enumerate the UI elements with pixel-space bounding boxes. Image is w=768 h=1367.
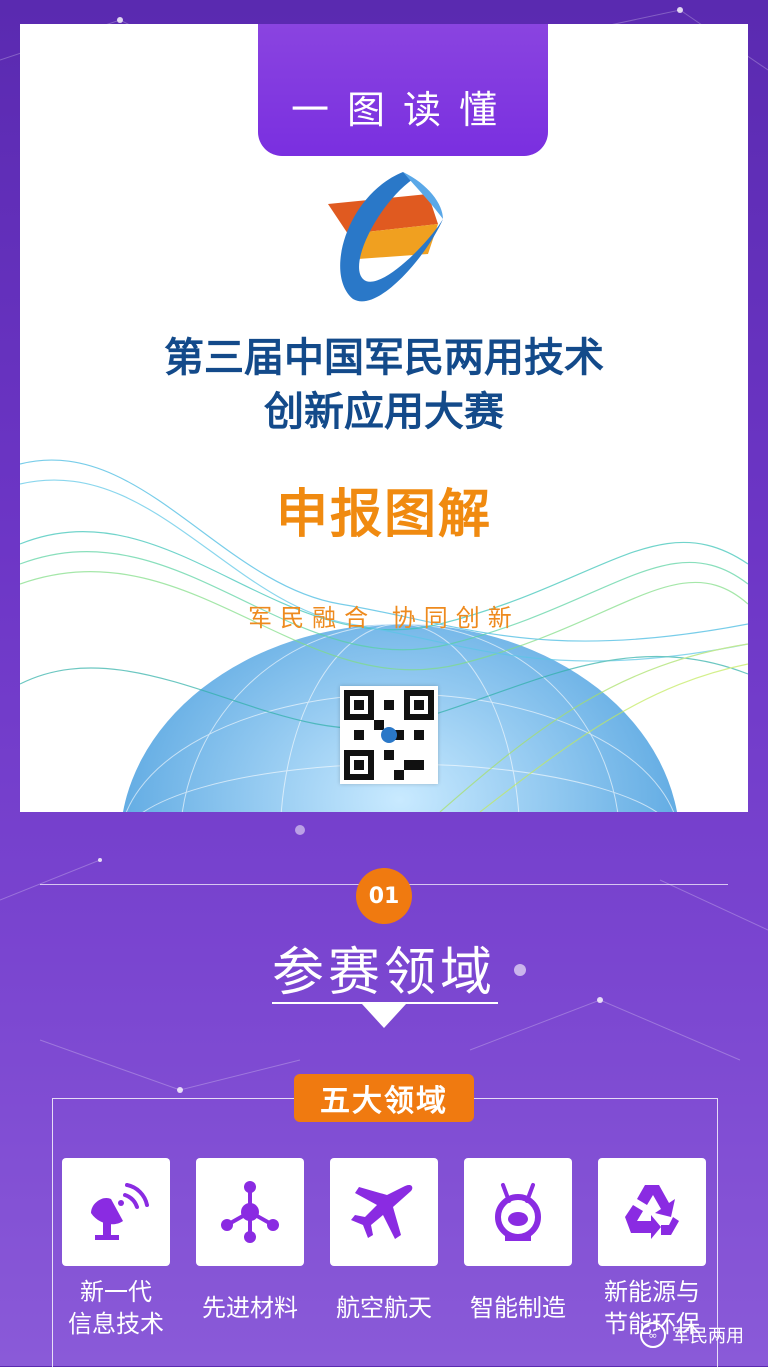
poster-subtitle: 申报图解 <box>275 485 492 545</box>
qr-code-icon <box>344 690 434 780</box>
field-label-manufacturing: 智能制造 <box>470 1294 566 1322</box>
section-title: 参赛领域 <box>271 943 496 1003</box>
field-label-it: 新一代 信息技术 <box>68 1278 164 1338</box>
satellite-dish-icon <box>91 1183 149 1240</box>
competition-logo-icon <box>328 172 443 302</box>
tab-title: 一图读懂 <box>290 88 515 132</box>
recycle-icon <box>625 1185 679 1239</box>
field-card-aerospace[interactable] <box>330 1158 438 1266</box>
field-card-manufacturing[interactable] <box>464 1158 572 1266</box>
field-label-materials: 先进材料 <box>202 1294 298 1322</box>
competition-poster: 一图读懂 第三届中国军民两用技术 创新应用大赛 申报图解 军民融合 协同创新 <box>20 24 748 812</box>
poster-slogan: 军民融合 协同创新 <box>248 604 520 632</box>
section-pointer-arrow <box>362 1004 406 1028</box>
wechat-icon: ∞ <box>640 1322 666 1348</box>
field-card-materials[interactable] <box>196 1158 304 1266</box>
airplane-icon <box>351 1185 413 1239</box>
watermark-text: 军民两用 <box>672 1326 744 1347</box>
header-tab: 一图读懂 <box>258 24 548 156</box>
source-watermark: ∞ 军民两用 <box>640 1322 744 1348</box>
poster-title-line1: 第三届中国军民两用技术 <box>164 335 604 381</box>
field-label-aerospace: 航空航天 <box>336 1294 432 1322</box>
field-card-it[interactable] <box>62 1158 170 1266</box>
qr-code[interactable] <box>340 686 438 784</box>
section-number-badge: 01 <box>356 868 412 924</box>
field-card-energy[interactable] <box>598 1158 706 1266</box>
robot-icon <box>495 1183 541 1241</box>
poster-title-line2: 创新应用大赛 <box>264 389 504 435</box>
molecule-icon <box>221 1181 279 1243</box>
fields-group-label: 五大领域 <box>294 1074 474 1122</box>
